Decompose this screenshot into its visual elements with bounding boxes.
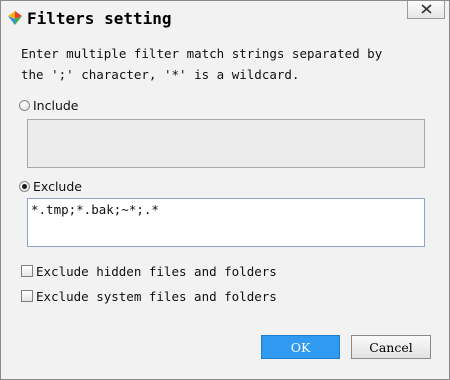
app-logo-icon — [7, 10, 23, 26]
exclude-patterns-field[interactable]: *.tmp;*.bak;~*;.* — [27, 198, 425, 247]
window-title: Filters setting — [27, 9, 172, 28]
filters-setting-dialog: Filters setting Enter multiple filter ma… — [0, 0, 450, 380]
close-icon — [421, 4, 432, 14]
title-bar: Filters setting — [1, 1, 449, 37]
exclude-system-label: Exclude system files and folders — [36, 288, 277, 304]
include-label: Include — [33, 97, 79, 113]
exclude-label: Exclude — [33, 178, 82, 194]
ok-button[interactable]: OK — [261, 335, 340, 359]
close-button[interactable] — [407, 1, 445, 19]
exclude-radio-option[interactable]: Exclude — [19, 178, 82, 194]
exclude-hidden-label: Exclude hidden files and folders — [36, 263, 277, 279]
exclude-system-checkbox[interactable] — [21, 290, 33, 302]
exclude-hidden-checkbox[interactable] — [21, 265, 33, 277]
include-patterns-field[interactable] — [27, 119, 425, 168]
include-radio[interactable] — [19, 99, 30, 111]
instructions-line-1: Enter multiple filter match strings sepa… — [21, 46, 383, 61]
exclude-radio[interactable] — [19, 180, 30, 192]
exclude-system-option[interactable]: Exclude system files and folders — [21, 288, 277, 304]
exclude-hidden-option[interactable]: Exclude hidden files and folders — [21, 263, 277, 279]
instructions-line-2: the ';' character, '*' is a wildcard. — [21, 67, 300, 82]
include-radio-option[interactable]: Include — [19, 97, 79, 113]
instructions-text: Enter multiple filter match strings sepa… — [21, 43, 431, 85]
cancel-button[interactable]: Cancel — [351, 335, 431, 359]
